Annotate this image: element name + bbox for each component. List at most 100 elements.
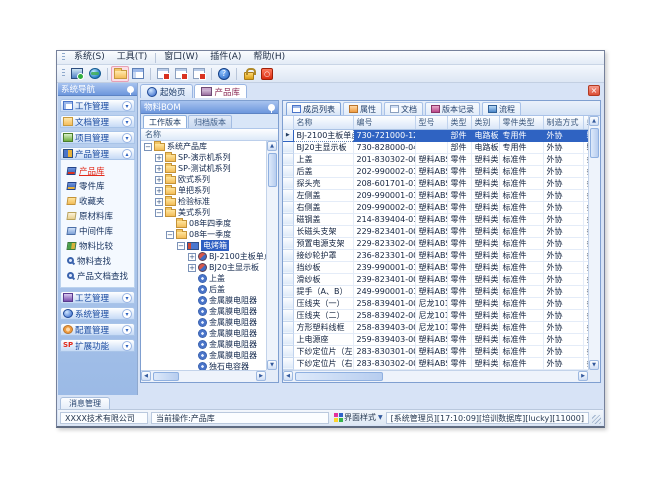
table-row[interactable]: 提手（A、B）249-990001-01X塑料ABS零件塑料类标准件外协条 <box>283 285 588 297</box>
expand-chevron-icon[interactable]: ▾ <box>122 309 132 319</box>
monitor-button[interactable] <box>68 66 86 82</box>
tab-member-list[interactable]: 成员列表 <box>286 102 341 115</box>
expand-icon[interactable]: + <box>155 154 163 162</box>
expand-icon[interactable]: + <box>188 264 196 272</box>
collapse-icon[interactable]: − <box>166 231 174 239</box>
scroll-thumb[interactable] <box>268 153 277 187</box>
table-row[interactable]: 上电源座259-839403-00X塑料ABS零件塑料类标准件外协条 <box>283 333 588 345</box>
scroll-thumb[interactable] <box>153 372 179 381</box>
column-header-category[interactable]: 类别 <box>471 116 499 129</box>
folder-open-button[interactable] <box>111 66 129 82</box>
collapse-chevron-icon[interactable]: ▴ <box>122 149 132 159</box>
table-row[interactable]: 右侧盖209-990002-01X塑料ABS零件塑料类标准件外协条 <box>283 201 588 213</box>
tree-node[interactable]: 上盖 <box>141 273 266 284</box>
doc-delete-button[interactable] <box>190 66 208 82</box>
table-row[interactable]: 长磁头支架229-823401-00X塑料ABS零件塑料类标准件外协条 <box>283 225 588 237</box>
column-header-type[interactable]: 类型 <box>447 116 471 129</box>
ui-style-selector[interactable]: 界面样式 ▼ <box>332 412 383 423</box>
sidebar-item-parts-library[interactable]: 零件库 <box>61 178 134 193</box>
scroll-down-icon[interactable]: ▼ <box>589 360 599 370</box>
tab-archived-version[interactable]: 归档版本 <box>188 115 232 128</box>
tab-documents[interactable]: 文档 <box>384 102 423 115</box>
tree-column-header[interactable]: 名称 <box>141 129 278 141</box>
menu-item-2[interactable]: 窗口(W) <box>158 51 204 64</box>
tree-node[interactable]: +SP-测试机系列 <box>141 163 266 174</box>
scroll-right-icon[interactable]: ▶ <box>578 371 588 381</box>
table-row[interactable]: 下纱定位片（左）283-830301-00X塑料ABS零件塑料类标准件外协条 <box>283 345 588 357</box>
tree-node[interactable]: +欧式系列 <box>141 174 266 185</box>
tree-node[interactable]: 金属膜电阻器 <box>141 295 266 306</box>
scroll-left-icon[interactable]: ◀ <box>141 371 151 381</box>
sidebar-item-favorites[interactable]: 收藏夹 <box>61 193 134 208</box>
doc-export-button[interactable] <box>172 66 190 82</box>
tab-message-management[interactable]: 消息管理 <box>60 397 110 409</box>
sidebar-group-extensions[interactable]: SP扩展功能▾ <box>60 339 135 352</box>
expand-chevron-icon[interactable]: ▾ <box>122 293 132 303</box>
expand-icon[interactable]: + <box>155 176 163 184</box>
collapse-icon[interactable]: − <box>144 143 152 151</box>
menu-item-0[interactable]: 系统(S) <box>68 51 111 64</box>
sidebar-item-material-search[interactable]: 物料查找 <box>61 253 134 268</box>
pin-icon[interactable] <box>268 104 275 111</box>
table-row[interactable]: 探头壳208-601701-01X塑料ABS零件塑料类标准件外协条 <box>283 177 588 189</box>
expand-chevron-icon[interactable]: ▾ <box>122 133 132 143</box>
tree-node[interactable]: −系统产品库 <box>141 141 266 152</box>
table-row[interactable]: 方形塑料线框258-839403-00X尼龙1010零件塑料类标准件外协条 <box>283 321 588 333</box>
expand-chevron-icon[interactable]: ▾ <box>122 341 132 351</box>
column-header-code[interactable]: 编号 <box>353 116 415 129</box>
scroll-thumb[interactable] <box>295 372 383 381</box>
tree-node[interactable]: +SP-演示机系列 <box>141 152 266 163</box>
exit-button[interactable]: ○ <box>258 66 276 82</box>
expand-icon[interactable]: + <box>188 253 196 261</box>
sidebar-group-project-mgmt[interactable]: 项目管理▾ <box>60 131 135 144</box>
column-header-mfg-method[interactable]: 制造方式 <box>543 116 583 129</box>
sidebar-group-system-mgmt[interactable]: 系统管理▾ <box>60 307 135 320</box>
sidebar-item-product-doc-search[interactable]: 产品文档查找 <box>61 268 134 283</box>
scroll-right-icon[interactable]: ▶ <box>256 371 266 381</box>
table-row[interactable]: 挡纱板239-990001-01X塑料ABS零件塑料类标准件外协条 <box>283 261 588 273</box>
tab-workflow[interactable]: 流程 <box>482 102 521 115</box>
sidebar-item-product-library[interactable]: 产品库 <box>61 163 134 178</box>
table-row[interactable]: 下纱定位片（右）283-830302-00X塑料ABS零件塑料类标准件外协条 <box>283 357 588 369</box>
tab-properties[interactable]: 属性 <box>343 102 382 115</box>
sidebar-group-work-mgmt[interactable]: 工作管理▾ <box>60 99 135 112</box>
lock-button[interactable] <box>240 66 258 82</box>
sidebar-group-process-mgmt[interactable]: 工艺管理▾ <box>60 291 135 304</box>
expand-chevron-icon[interactable]: ▾ <box>122 101 132 111</box>
tree-node[interactable]: 金属膜电阻器 <box>141 317 266 328</box>
table-row[interactable]: 接纱轮护罩236-823301-00X塑料ABS零件塑料类标准件外协条 <box>283 249 588 261</box>
table-row[interactable]: 滑纱板239-823401-00X塑料ABS零件塑料类标准件外协条 <box>283 273 588 285</box>
menubar-grip-icon[interactable] <box>62 53 65 62</box>
sidebar-item-raw-material-library[interactable]: 原材料库 <box>61 208 134 223</box>
help-button[interactable]: ? <box>215 66 233 82</box>
menu-item-3[interactable]: 插件(A) <box>204 51 247 64</box>
scroll-down-icon[interactable]: ▼ <box>267 360 277 370</box>
tree-node[interactable]: 金属膜电阻器 <box>141 350 266 361</box>
resize-grip[interactable] <box>592 415 601 424</box>
table-row[interactable]: 上盖201-830302-00X塑料ABS零件塑料类标准件外协条 <box>283 153 588 165</box>
table-row[interactable]: 压线夹（一）258-839401-00X尼龙1010零件塑料类标准件外协条 <box>283 297 588 309</box>
tree-node[interactable]: −美式系列 <box>141 207 266 218</box>
table-row[interactable]: 预置电源支架229-823302-00X塑料ABS零件塑料类标准件外协条 <box>283 237 588 249</box>
tab-version-history[interactable]: 版本记录 <box>425 102 480 115</box>
collapse-icon[interactable]: − <box>177 242 185 250</box>
table-row[interactable]: 左侧盖209-990001-01X塑料ABS零件塑料类标准件外协条 <box>283 189 588 201</box>
menu-item-4[interactable]: 帮助(H) <box>247 51 291 64</box>
expand-chevron-icon[interactable]: ▾ <box>122 325 132 335</box>
tree-node[interactable]: 金属膜电阻器 <box>141 306 266 317</box>
sidebar-group-product-mgmt[interactable]: 产品管理▴ <box>60 147 135 160</box>
tree-node[interactable]: 08年四季度 <box>141 218 266 229</box>
tab-product-library[interactable]: 产品库 <box>194 84 248 98</box>
tree-node[interactable]: +单把系列 <box>141 185 266 196</box>
tree-node[interactable]: +BJ20主显示板 <box>141 262 266 273</box>
globe-button[interactable] <box>86 66 104 82</box>
tab-start-page[interactable]: 起始页 <box>140 84 193 98</box>
expand-icon[interactable]: + <box>155 165 163 173</box>
expand-chevron-icon[interactable]: ▾ <box>122 117 132 127</box>
table-horizontal-scrollbar[interactable]: ◀ ▶ <box>283 370 588 382</box>
scroll-thumb[interactable] <box>590 128 599 158</box>
tree-node[interactable]: −08年一季度 <box>141 229 266 240</box>
menu-item-1[interactable]: 工具(T) <box>111 51 154 64</box>
column-header-name[interactable]: 名称 <box>293 116 353 129</box>
sidebar-item-material-compare[interactable]: 物料比较 <box>61 238 134 253</box>
